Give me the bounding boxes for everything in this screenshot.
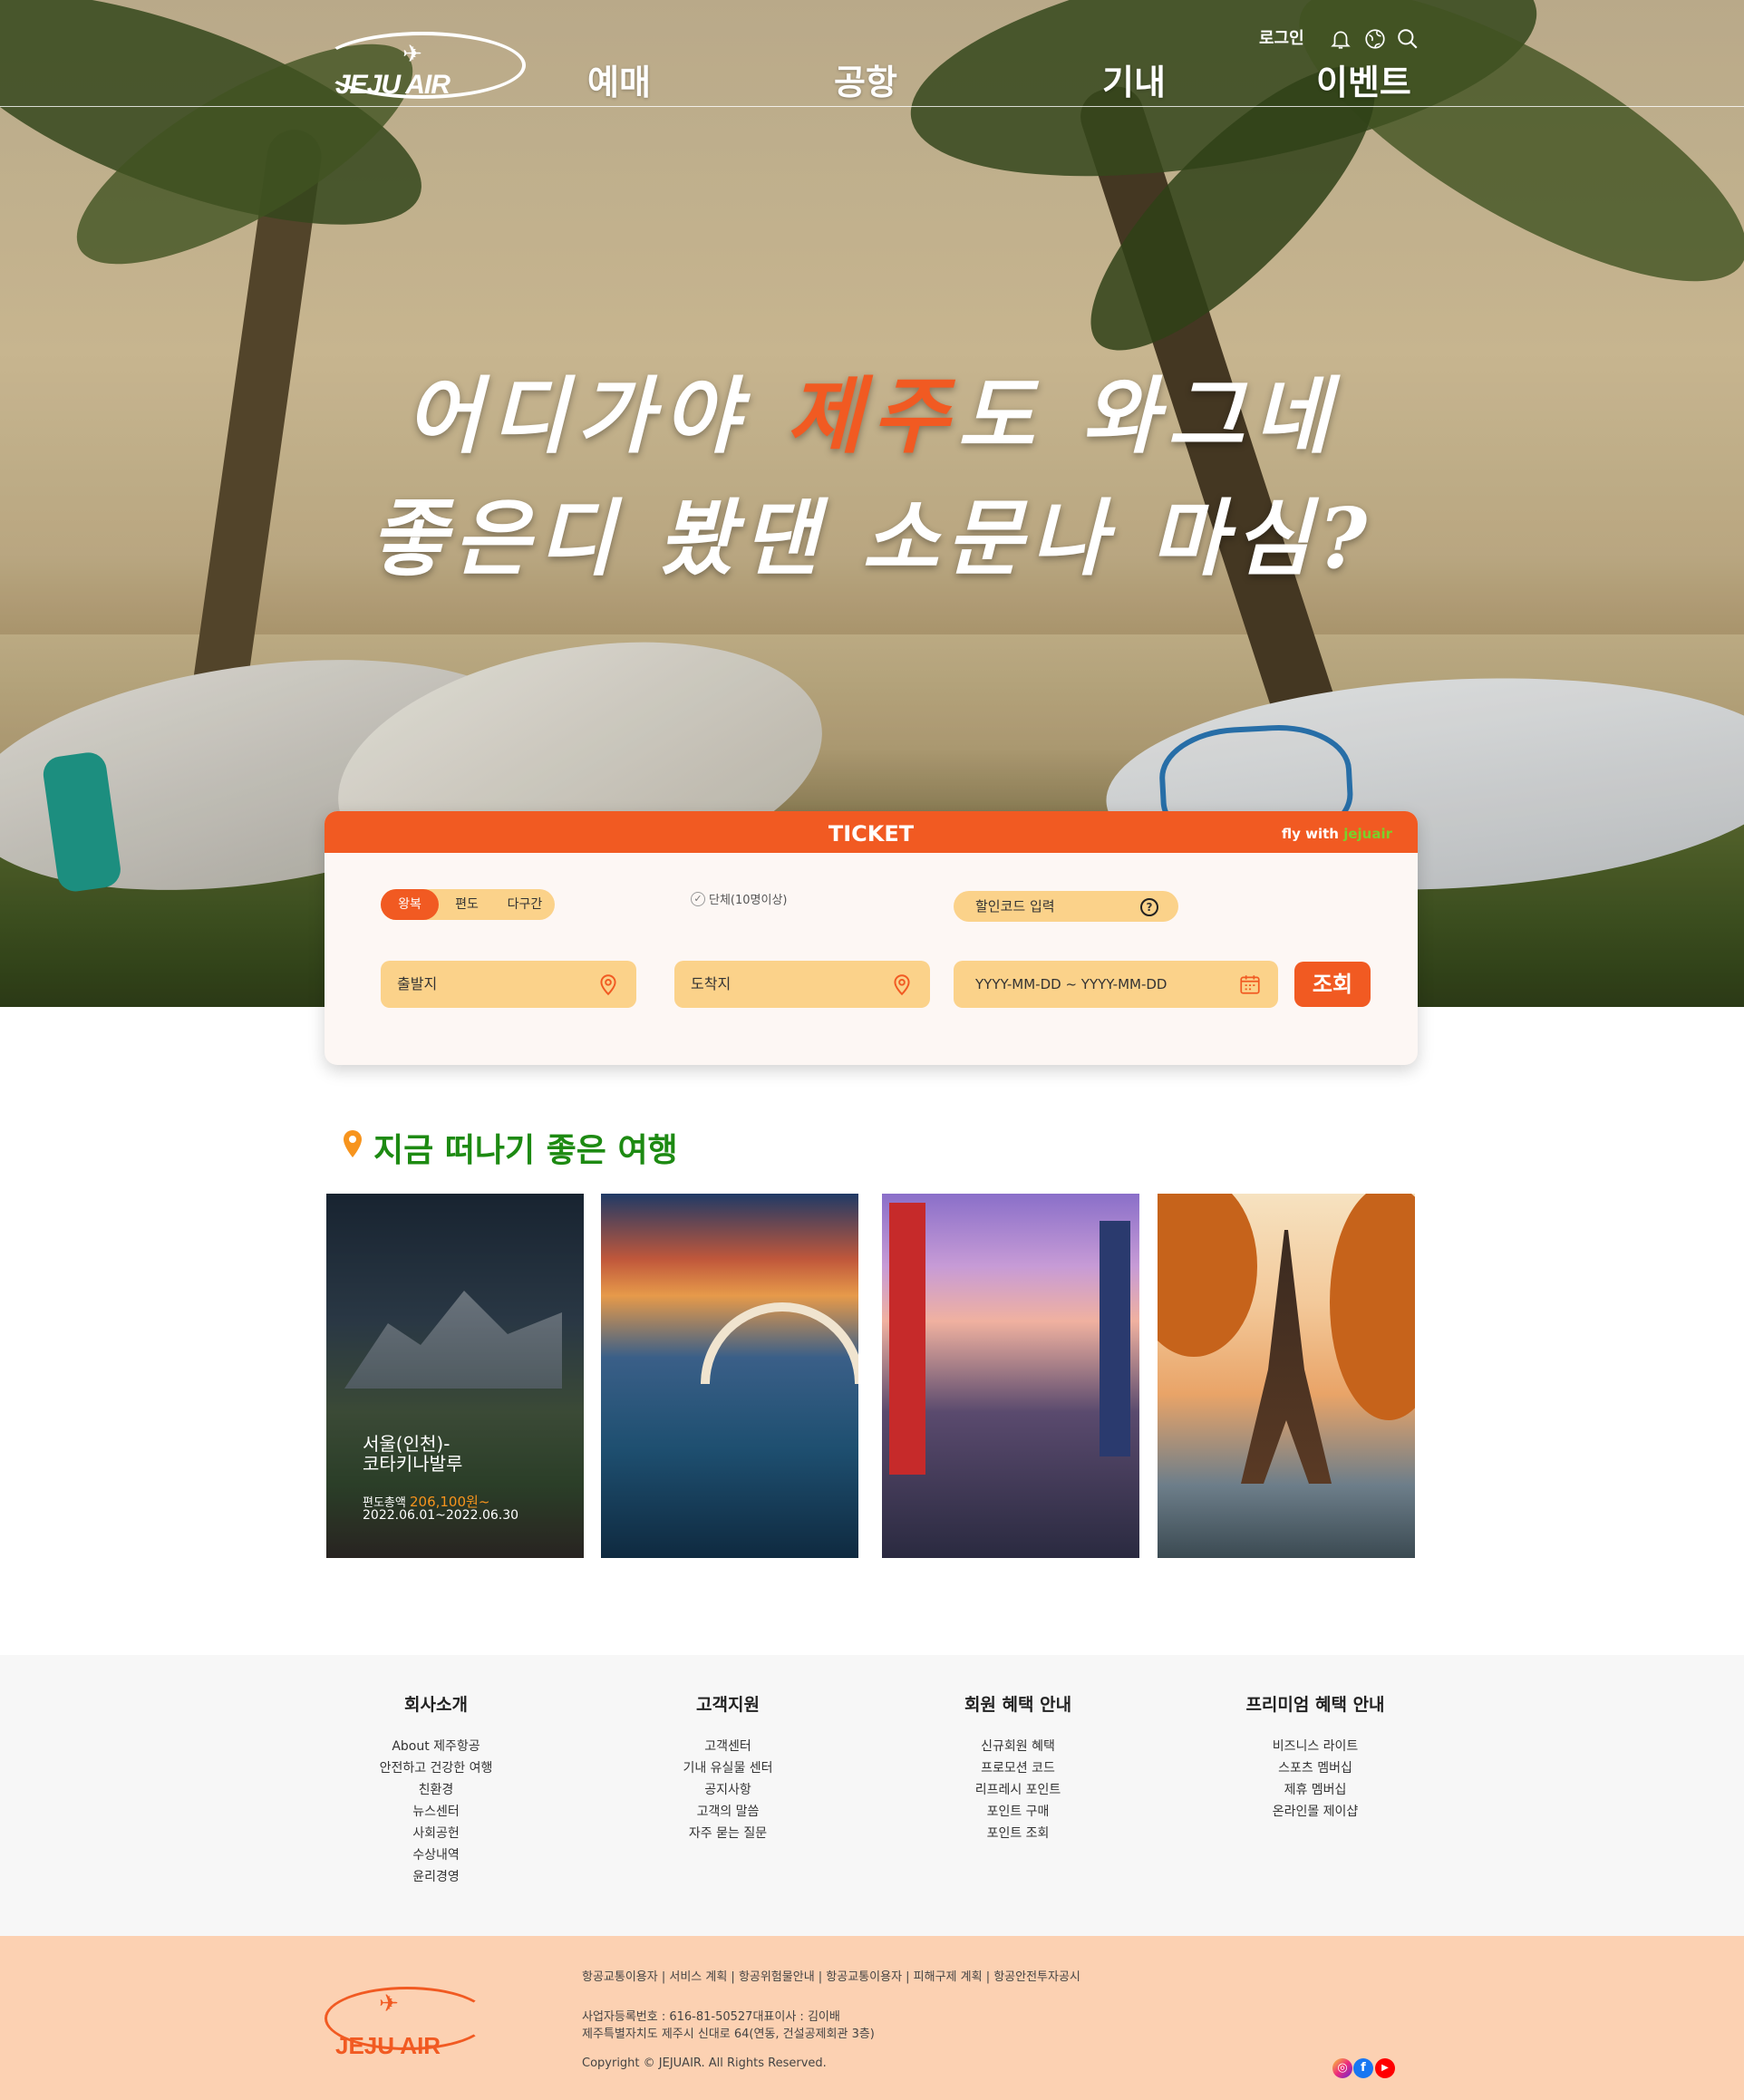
jejuair-logo[interactable]: ✈ JEJU AIR <box>319 32 526 100</box>
business-info: 사업자등록번호 : 616-81-50527대표이사 : 김이배 제주특별자치도… <box>582 2010 875 2041</box>
nav-item-event[interactable]: 이벤트 <box>1316 54 1411 104</box>
top-navigation: ✈ JEJU AIR 예매 공항 기내 이벤트 로그인 <box>0 0 1744 107</box>
footer-link[interactable]: 뉴스센터 <box>318 1801 554 1823</box>
bridge-image <box>701 1302 858 1384</box>
footer-column-company: 회사소개 About 제주항공 안전하고 건강한 여행 친환경 뉴스센터 사회공… <box>318 1691 554 1888</box>
trip-option-oneway[interactable]: 편도 <box>439 889 495 920</box>
location-pin-icon <box>600 974 616 996</box>
recommend-section-title: 지금 떠나기 좋은 여행 <box>373 1132 678 1169</box>
card-title: 서울(인천)- 코타키나발루 <box>363 1433 463 1475</box>
nav-item-airport[interactable]: 공항 <box>834 54 897 104</box>
login-link[interactable]: 로그인 <box>1259 25 1304 49</box>
trip-option-roundtrip[interactable]: 왕복 <box>381 889 439 920</box>
footer-link[interactable]: About 제주항공 <box>318 1736 554 1757</box>
footer-link[interactable]: 고객의 말씀 <box>610 1801 846 1823</box>
trip-option-multicity[interactable]: 다구간 <box>495 889 555 920</box>
group-booking-checkbox[interactable]: ✓ 단체(10명이상) <box>691 890 788 907</box>
footer-link[interactable]: 제휴 멤버십 <box>1197 1779 1433 1801</box>
footer-column-premium-benefits: 프리미엄 혜택 안내 비즈니스 라이트 스포츠 멤버십 제휴 멤버십 온라인몰 … <box>1197 1691 1433 1823</box>
instagram-icon[interactable]: ◎ <box>1332 2058 1352 2078</box>
airplane-icon: ✈ <box>379 1990 399 2018</box>
footer-link[interactable]: 공지사항 <box>610 1779 846 1801</box>
promo-code-input[interactable]: 할인코드 입력 ? <box>954 891 1178 922</box>
footer-link[interactable]: 프로모션 코드 <box>900 1757 1136 1779</box>
footer-link[interactable]: 신규회원 혜택 <box>900 1736 1136 1757</box>
help-icon[interactable]: ? <box>1140 898 1158 916</box>
nav-item-booking[interactable]: 예매 <box>587 54 651 104</box>
nav-item-inflight[interactable]: 기내 <box>1102 54 1166 104</box>
legal-links[interactable]: 항공교통이용자 | 서비스 계획 | 항공위험물안내 | 항공교통이용자 | 피… <box>582 1967 1080 1984</box>
arrival-field[interactable]: 도착지 <box>674 961 930 1008</box>
fly-with-jejuair: fly with jejuair <box>1282 826 1392 842</box>
destination-card-kotakinabalu[interactable]: 서울(인천)- 코타키나발루 편도총액 206,100원~ 2022.06.01~… <box>326 1194 584 1558</box>
bell-icon[interactable] <box>1329 27 1352 51</box>
departure-field[interactable]: 출발지 <box>381 961 636 1008</box>
location-pin-icon <box>894 974 910 996</box>
footer-column-member-benefits: 회원 혜택 안내 신규회원 혜택 프로모션 코드 리프레시 포인트 포인트 구매… <box>900 1691 1136 1844</box>
airplane-icon: ✈ <box>402 41 422 68</box>
footer-link[interactable]: 사회공헌 <box>318 1823 554 1844</box>
date-range-field[interactable]: YYYY-MM-DD ~ YYYY-MM-DD <box>954 961 1278 1008</box>
footer-link[interactable]: 스포츠 멤버십 <box>1197 1757 1433 1779</box>
footer-link[interactable]: 포인트 구매 <box>900 1801 1136 1823</box>
footer-link[interactable]: 친환경 <box>318 1779 554 1801</box>
globe-icon[interactable] <box>1363 27 1387 51</box>
street-sign-image <box>1100 1221 1130 1456</box>
hero-headline-line2: 좋은디 봤댄 소문나 마심? <box>369 489 1375 587</box>
footer-link[interactable]: 비즈니스 라이트 <box>1197 1736 1433 1757</box>
search-icon[interactable] <box>1396 27 1419 51</box>
hero-headline-accent: 제주 <box>786 367 958 465</box>
footer-link[interactable]: 윤리경영 <box>318 1866 554 1888</box>
destination-card-tokyo[interactable] <box>882 1194 1139 1558</box>
footer-link[interactable]: 포인트 조회 <box>900 1823 1136 1844</box>
youtube-icon[interactable]: ▶ <box>1375 2058 1395 2078</box>
footer-link[interactable]: 기내 유실물 센터 <box>610 1757 846 1779</box>
hero-headline-line1: 어디가야 제주도 와그네 <box>404 367 1340 465</box>
destination-card-venice[interactable] <box>601 1194 858 1558</box>
footer-sitemap: 회사소개 About 제주항공 안전하고 건강한 여행 친환경 뉴스센터 사회공… <box>0 1655 1744 1936</box>
footer-link[interactable]: 자주 묻는 질문 <box>610 1823 846 1844</box>
footer-column-support: 고객지원 고객센터 기내 유실물 센터 공지사항 고객의 말씀 자주 묻는 질문 <box>610 1691 846 1844</box>
location-pin-icon <box>344 1130 362 1157</box>
card-dates: 2022.06.01~2022.06.30 <box>363 1508 519 1523</box>
calendar-icon <box>1240 975 1260 994</box>
street-sign-image <box>889 1203 925 1475</box>
copyright-text: Copyright © JEJUAIR. All Rights Reserved… <box>582 2056 827 2070</box>
jejuair-footer-logo[interactable]: ✈ JEJU AIR <box>325 1987 489 2059</box>
facebook-icon[interactable]: f <box>1353 2058 1373 2078</box>
footer-link[interactable]: 고객센터 <box>610 1736 846 1757</box>
footer-link[interactable]: 수상내역 <box>318 1844 554 1866</box>
search-button[interactable]: 조회 <box>1294 962 1371 1007</box>
ticket-search-panel: TICKET fly with jejuair 왕복 편도 다구간 ✓ 단체(1… <box>325 811 1418 1065</box>
footer-link[interactable]: 안전하고 건강한 여행 <box>318 1757 554 1779</box>
ticket-title: TICKET <box>828 821 915 847</box>
destination-card-paris[interactable] <box>1158 1194 1415 1558</box>
footer-info: ✈ JEJU AIR 항공교통이용자 | 서비스 계획 | 항공위험물안내 | … <box>0 1936 1744 2100</box>
trip-type-selector: 왕복 편도 다구간 <box>381 889 555 920</box>
nav-divider <box>0 106 1744 107</box>
footer-link[interactable]: 온라인몰 제이샵 <box>1197 1801 1433 1823</box>
check-icon: ✓ <box>691 891 705 906</box>
footer-link[interactable]: 리프레시 포인트 <box>900 1779 1136 1801</box>
